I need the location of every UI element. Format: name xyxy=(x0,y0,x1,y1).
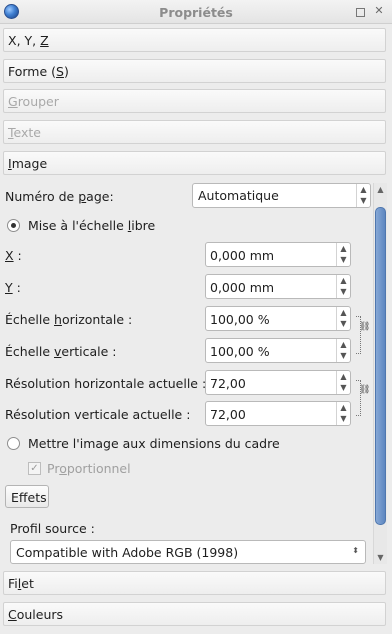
spin-up-icon[interactable]: ▲ xyxy=(337,402,350,413)
vres-label: Résolution verticale actuelle : xyxy=(5,407,191,422)
hscale-spin[interactable]: ▲ ▼ xyxy=(336,307,350,330)
page-number-value: Automatique xyxy=(198,188,279,203)
spin-up-icon[interactable]: ▲ xyxy=(337,243,350,254)
vscale-value: 100,00 % xyxy=(210,344,270,359)
spin-up-icon[interactable]: ▲ xyxy=(357,184,370,195)
proportional-label: Proportionnel xyxy=(47,461,131,476)
source-profile-value: Compatible with Adobe RGB (1998) xyxy=(16,545,239,560)
fit-frame-label: Mettre l'image aux dimensions du cadre xyxy=(28,436,280,451)
spin-down-icon[interactable]: ▼ xyxy=(337,286,350,297)
vres-field[interactable]: 72,00 ▲ ▼ xyxy=(205,401,351,426)
spin-down-icon[interactable]: ▼ xyxy=(337,254,350,265)
section-forme[interactable]: Forme (S) xyxy=(3,59,386,83)
vres-value: 72,00 xyxy=(210,407,246,422)
vscale-spin[interactable]: ▲ ▼ xyxy=(336,339,350,362)
page-number-combo[interactable]: Automatique ▲ ▼ xyxy=(192,183,371,208)
section-grouper: Grouper xyxy=(3,89,386,113)
page-number-label: Numéro de page: xyxy=(5,189,114,204)
resolution-chain-link-icon[interactable]: ⛓ xyxy=(359,385,370,411)
spin-up-icon[interactable]: ▲ xyxy=(337,275,350,286)
fit-frame-radio[interactable] xyxy=(7,437,20,450)
x-value: 0,000 mm xyxy=(210,248,275,263)
y-spin[interactable]: ▲ ▼ xyxy=(336,275,350,298)
vres-spin[interactable]: ▲ ▼ xyxy=(336,402,350,425)
scrollbar[interactable]: ▲ ▼ xyxy=(373,183,387,564)
free-scaling-radio[interactable] xyxy=(7,219,20,232)
scroll-thumb[interactable] xyxy=(375,207,386,525)
spin-down-icon[interactable]: ▼ xyxy=(337,382,350,393)
close-icon[interactable]: ✕ xyxy=(374,5,384,16)
section-image[interactable]: Image xyxy=(3,151,386,175)
source-profile-select[interactable]: Compatible with Adobe RGB (1998) ⬍ xyxy=(10,540,366,564)
spin-down-icon[interactable]: ▼ xyxy=(357,195,370,206)
window-title: Propriétés xyxy=(159,5,233,20)
hscale-value: 100,00 % xyxy=(210,312,270,327)
spin-up-icon[interactable]: ▲ xyxy=(337,371,350,382)
effects-button[interactable]: Effets xyxy=(5,485,49,508)
free-scaling-label: Mise à l'échelle libre xyxy=(28,218,156,233)
x-label: X : xyxy=(5,248,22,263)
spin-up-icon[interactable]: ▲ xyxy=(337,307,350,318)
source-profile-label: Profil source : xyxy=(10,521,95,536)
scroll-down-icon[interactable]: ▼ xyxy=(374,551,387,564)
scale-chain-link-icon[interactable]: ⛓ xyxy=(359,322,370,348)
title-bar: Propriétés ✕ xyxy=(0,0,392,24)
y-value: 0,000 mm xyxy=(210,280,275,295)
spin-down-icon[interactable]: ▼ xyxy=(337,350,350,361)
select-arrows-icon: ⬍ xyxy=(352,546,359,555)
spin-down-icon[interactable]: ▼ xyxy=(337,413,350,424)
float-window-icon[interactable] xyxy=(356,8,365,17)
hres-label: Résolution horizontale actuelle : xyxy=(5,376,207,391)
hres-field[interactable]: 72,00 ▲ ▼ xyxy=(205,370,351,395)
x-spin[interactable]: ▲ ▼ xyxy=(336,243,350,266)
vscale-field[interactable]: 100,00 % ▲ ▼ xyxy=(205,338,351,363)
section-xyz[interactable]: X, Y, Z xyxy=(3,28,386,52)
vscale-label: Échelle verticale : xyxy=(5,344,117,359)
hscale-field[interactable]: 100,00 % ▲ ▼ xyxy=(205,306,351,331)
y-field[interactable]: 0,000 mm ▲ ▼ xyxy=(205,274,351,299)
hres-value: 72,00 xyxy=(210,376,246,391)
x-field[interactable]: 0,000 mm ▲ ▼ xyxy=(205,242,351,267)
section-texte: Texte xyxy=(3,120,386,144)
section-filet[interactable]: Filet xyxy=(3,571,386,595)
section-couleurs[interactable]: Couleurs xyxy=(3,602,386,626)
hscale-label: Échelle horizontale : xyxy=(5,312,133,327)
y-label: Y : xyxy=(5,280,21,295)
scroll-up-icon[interactable]: ▲ xyxy=(374,183,387,196)
page-number-spin[interactable]: ▲ ▼ xyxy=(356,184,370,207)
proportional-checkbox: ✓ xyxy=(28,462,41,475)
hres-spin[interactable]: ▲ ▼ xyxy=(336,371,350,394)
spin-up-icon[interactable]: ▲ xyxy=(337,339,350,350)
spin-down-icon[interactable]: ▼ xyxy=(337,318,350,329)
